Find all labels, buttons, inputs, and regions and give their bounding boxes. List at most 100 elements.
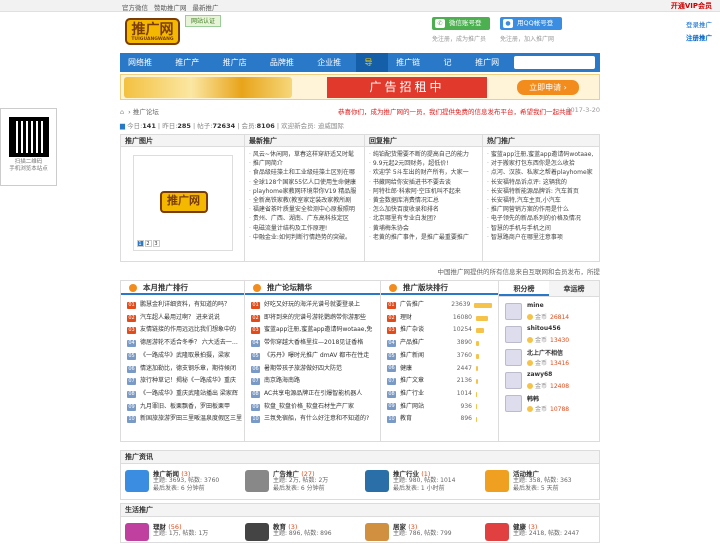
latest-item[interactable]: playhome家教网环境带你V19 精品服 <box>249 187 360 196</box>
category-icon[interactable] <box>485 470 509 492</box>
hot-item[interactable]: 智慧路商户在哪里注意事项 <box>487 233 595 242</box>
essence-item[interactable]: 07 南京路海南路 <box>251 375 374 388</box>
reply-item[interactable]: 北京哪里有专业白发团? <box>369 214 478 223</box>
forum-category[interactable]: 理财 (56) 主题: 1万, 帖数: 1万 <box>121 521 241 553</box>
reply-item[interactable]: 老黄的推广事件，是推广最重要推广 <box>369 233 478 242</box>
category-icon[interactable] <box>125 523 149 541</box>
forum-category[interactable]: 广告推广 (27) 主题: 2万, 帖数: 2万 最后发表: 6 分钟前 <box>241 468 361 500</box>
forum-category[interactable]: 教育 (3) 主题: 896, 帖数: 896 <box>241 521 361 553</box>
hot-item[interactable]: 长安福特新能源品牌诉: 汽车首页 <box>487 187 595 196</box>
user-name[interactable]: 韩韩 <box>527 394 539 403</box>
hot-item[interactable]: 智慧的手机与手机之间 <box>487 224 595 233</box>
latest-item[interactable]: 贵州、广西、湖南、广东高科技定区 <box>249 214 360 223</box>
slider-page[interactable]: 3 <box>152 240 160 247</box>
reply-item[interactable]: 9.9元起2元回财务，超低价! <box>369 159 478 168</box>
essence-item[interactable]: 06 暑期带孩子旅游做好四大防范 <box>251 363 374 376</box>
essence-item[interactable]: 04 带你穿越大香格里拉—2018见证香格 <box>251 337 374 350</box>
reply-item[interactable]: 黄金数据库消费情况汇总 <box>369 196 478 205</box>
apply-button[interactable]: 立即申请 › <box>517 80 579 95</box>
forum-category[interactable]: 推广行业 (1) 主题: 980, 帖数: 1014 最后发表: 1 小时前 <box>361 468 481 500</box>
avatar[interactable] <box>505 349 522 366</box>
top-link-sponsor[interactable]: 赞助推广网 <box>154 2 187 12</box>
user-name[interactable]: mine <box>527 302 544 309</box>
forum-category[interactable]: 推广新闻 (3) 主题: 3693, 帖数: 3760 最后发表: 6 分钟前 <box>121 468 241 500</box>
qq-login-button[interactable]: ● 用QQ帐号登录 <box>500 17 562 40</box>
essence-item[interactable]: 08 AC共享电源品牌正在引爆智能机器人 <box>251 388 374 401</box>
avatar[interactable] <box>505 303 522 320</box>
top-link-wechat[interactable]: 官方微信 <box>122 2 148 12</box>
rank-user[interactable]: 韩韩 金币 10788 <box>499 392 599 415</box>
category-icon[interactable] <box>485 523 509 541</box>
hot-item[interactable]: 推广网营销方案的作用是什么 <box>487 205 595 214</box>
reply-item[interactable]: 书藏网给你安插进书不要去谈 <box>369 178 478 187</box>
breadcrumb-current[interactable]: 推广论坛 <box>133 108 159 116</box>
hot-item[interactable]: 点河、汉族、私家之帮着playhome家 <box>487 168 595 177</box>
slider-page[interactable]: 2 <box>144 240 152 247</box>
monthly-item[interactable]: 09 九月罪旧、板栗飘香，罗田板栗甲 <box>127 401 238 414</box>
ad-banner[interactable]: 广告招租中 立即申请 › <box>120 74 600 100</box>
monthly-item[interactable]: 02 汽车超人最用过啊？ 进来说说 <box>127 312 238 325</box>
essence-item[interactable]: 01 好吃又好玩的海洋光谱号就要登录上 <box>251 299 374 312</box>
essence-item[interactable]: 03 蜜蓝app注册,蜜蓝app邀请码wotaae,免 <box>251 324 374 337</box>
quick-nav-dropdown[interactable]: 快捷导航 ▾ <box>514 56 595 89</box>
category-icon[interactable] <box>125 470 149 492</box>
nav-item[interactable]: 推广网站 <box>467 53 514 86</box>
site-logo[interactable]: 推广网 TUIGUANGWANG <box>125 18 180 45</box>
category-icon[interactable] <box>365 470 389 492</box>
avatar[interactable] <box>505 326 522 343</box>
vip-link[interactable]: 开通VIP会员 <box>671 1 712 11</box>
forum-category[interactable]: 活动推广 主题: 358, 帖数: 363 最后发表: 5 天前 <box>481 468 601 500</box>
forum-category[interactable]: 居家 (3) 主题: 786, 帖数: 799 <box>361 521 481 553</box>
plate-item[interactable]: 08 推广行业 1014 <box>387 388 492 401</box>
essence-item[interactable]: 02 即将到来的完谱号游轮鹦鹉带你游那些 <box>251 312 374 325</box>
register-link[interactable]: 注册推广 <box>686 32 712 42</box>
hot-item[interactable]: 对于搬家打包东西你是怎么收拾 <box>487 159 595 168</box>
user-name[interactable]: shitou456 <box>527 325 561 332</box>
rank-user[interactable]: 北上广不相信 金币 13416 <box>499 346 599 369</box>
essence-item[interactable]: 05 《苏丹》曝时光推广 dmAV 都市在性走 <box>251 350 374 363</box>
hot-item[interactable]: 蜜蓝app注册,蜜蓝app邀请码wotaae, <box>487 150 595 159</box>
monthly-item[interactable]: 04 德居游轮不适合冬季？ 六大适去一… <box>127 337 238 350</box>
reply-item[interactable]: 欢迎学 5斗车出的财产所有，大家一 <box>369 168 478 177</box>
plate-item[interactable]: 01 广告推广 23639 <box>387 299 492 312</box>
image-slider[interactable]: 推广网 1 2 3 <box>132 155 233 251</box>
reply-item[interactable]: 纯铂配货需要不断的提高自己的能力 <box>369 150 478 159</box>
monthly-item[interactable]: 08 《一路成华》重庆武隆站播出 梁家辉 <box>127 388 238 401</box>
nav-item-active[interactable]: 导读 <box>356 53 389 86</box>
category-icon[interactable] <box>365 523 389 541</box>
nav-item[interactable]: 记录 <box>435 53 467 86</box>
rank-user[interactable]: zawy68 金币 12408 <box>499 369 599 392</box>
monthly-item[interactable]: 03 友情链接的作用远远比我们想象中的 <box>127 324 238 337</box>
avatar[interactable] <box>505 395 522 412</box>
monthly-item[interactable]: 10 新国旅旅游罗田三里畈温泉度假区三里 <box>127 413 242 426</box>
latest-item[interactable]: 食品级硅藻土和工业级硅藻土区别在哪 <box>249 168 360 177</box>
home-icon[interactable]: ⌂ <box>120 108 124 116</box>
nav-item[interactable]: 企业推广 <box>309 53 356 86</box>
avatar[interactable] <box>505 372 522 389</box>
plate-item[interactable]: 03 推广杂谈 10254 <box>387 324 492 337</box>
latest-item[interactable]: 福建省茶叶质量安全检测中心原报照明 <box>249 205 360 214</box>
hot-item[interactable]: 电子领先的新品系列的价格及情况 <box>487 214 595 223</box>
user-name[interactable]: 北上广不相信 <box>527 348 563 357</box>
nav-item[interactable]: 品牌推广 <box>262 53 309 86</box>
tab-luck[interactable]: 幸运榜 <box>549 281 599 296</box>
monthly-item[interactable]: 05 《一路成华》武隆取景拍摄，梁家 <box>127 350 238 363</box>
latest-item[interactable]: 中融金业:如何判断行情趋势的突破。 <box>249 233 360 242</box>
wechat-login-button[interactable]: ✆ 微信账号登录 <box>432 17 490 40</box>
rank-user[interactable]: mine 金币 26814 <box>499 300 599 323</box>
plate-item[interactable]: 10 教育 896 <box>387 413 492 426</box>
latest-item[interactable]: 风云~休闲网，草春这样穿舒适又时髦 <box>249 150 360 159</box>
slider-page[interactable]: 1 <box>136 240 144 247</box>
login-link[interactable]: 登录推广 <box>686 19 712 29</box>
reply-item[interactable]: 阿特杜郎·科索阿·空压机叫不起来 <box>369 187 478 196</box>
top-link-latest[interactable]: 最新推广 <box>193 2 219 12</box>
monthly-item[interactable]: 06 情迷加勒比，德支钢乐章，期待候闭 <box>127 363 238 376</box>
nav-item[interactable]: 推广产品 <box>167 53 214 86</box>
hot-item[interactable]: 长安福特,汽车主页,小汽车 <box>487 196 595 205</box>
reply-item[interactable]: 怎么加快百度收录和排名 <box>369 205 478 214</box>
hot-item[interactable]: 长安福特品诉点评: 这辆我的 <box>487 178 595 187</box>
plate-item[interactable]: 06 健康 2447 <box>387 363 492 376</box>
plate-item[interactable]: 09 推广网站 936 <box>387 401 492 414</box>
nav-item[interactable]: 网络推广 <box>120 53 167 86</box>
plate-item[interactable]: 04 产品推广 3890 <box>387 337 492 350</box>
